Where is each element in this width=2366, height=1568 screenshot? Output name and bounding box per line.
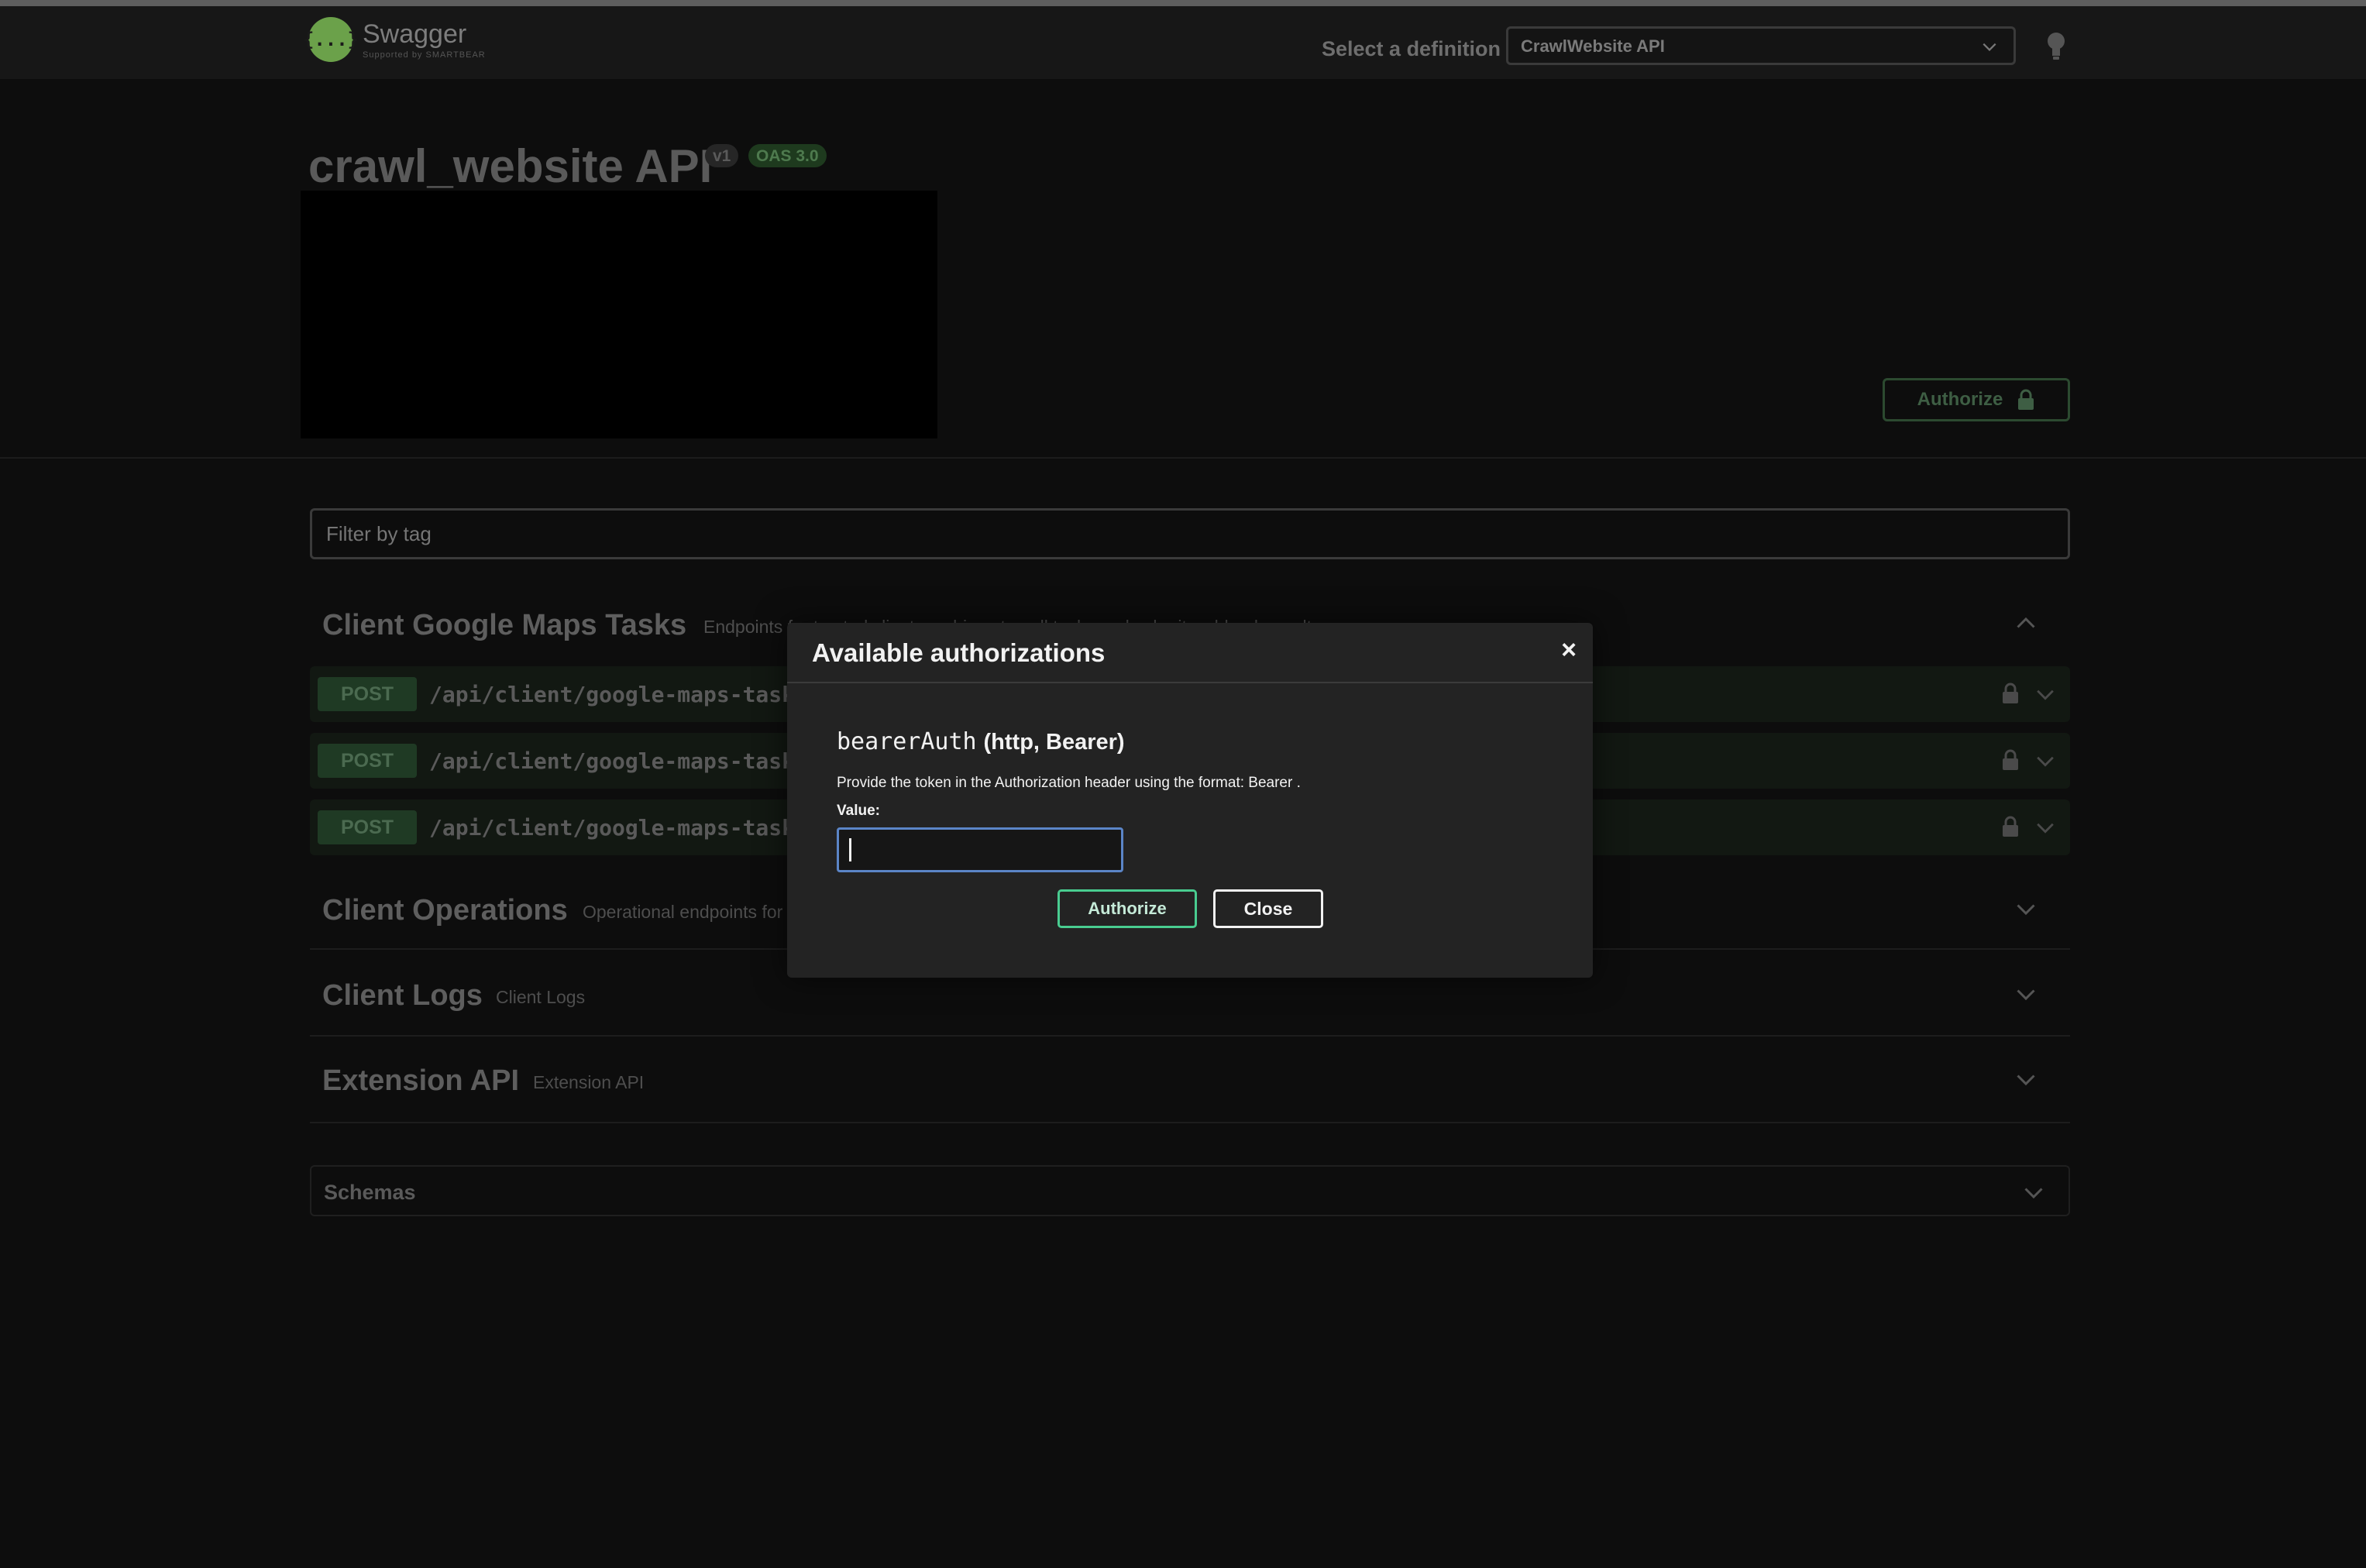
version-badge: v1	[705, 144, 739, 167]
api-title: crawl_website API	[308, 140, 713, 192]
tag-description: Operational endpoints for t	[583, 902, 793, 922]
method-badge-post: POST	[318, 677, 417, 711]
lock-icon	[2018, 389, 2034, 410]
chevron-up-icon	[2017, 617, 2035, 628]
value-label: Value:	[837, 803, 880, 819]
chevron-down-icon[interactable]	[2034, 683, 2056, 705]
chevron-down-icon	[2024, 1188, 2043, 1199]
operation-path: /api/client/google-maps-tasks/	[429, 748, 821, 774]
tag-section-extension-api[interactable]: Extension API Extension API	[310, 1038, 2070, 1123]
auth-scheme-name: bearerAuth	[837, 728, 977, 755]
chevron-down-icon	[2017, 989, 2035, 1001]
logo-name: Swagger	[363, 19, 467, 49]
chevron-down-icon	[1983, 43, 1996, 51]
lock-icon[interactable]	[2000, 682, 2020, 705]
swagger-logo-icon: {...}	[303, 17, 359, 62]
filter-by-tag-input[interactable]	[310, 508, 2070, 559]
lock-icon[interactable]	[2000, 748, 2020, 772]
lock-icon[interactable]	[2000, 815, 2020, 838]
tag-name: Extension API	[322, 1064, 520, 1097]
definition-selected-value: CrawlWebsite API	[1521, 36, 1665, 56]
modal-header: Available authorizations ×	[787, 623, 1593, 683]
swagger-logo[interactable]: {...} Swagger Supported by SMARTBEAR	[303, 17, 486, 62]
oas-badge: OAS 3.0	[748, 144, 827, 167]
swagger-ui-page: {...} Swagger Supported by SMARTBEAR Sel…	[0, 0, 2366, 1568]
schemas-section[interactable]: Schemas	[310, 1165, 2070, 1216]
method-badge-post: POST	[318, 810, 417, 844]
schemas-label: Schemas	[324, 1181, 416, 1204]
tag-name: Client Google Maps Tasks	[322, 609, 687, 641]
text-caret	[849, 838, 851, 861]
chevron-down-icon[interactable]	[2034, 750, 2056, 772]
lightbulb-icon[interactable]	[2045, 31, 2067, 62]
section-divider	[0, 457, 2366, 459]
operation-path: /api/client/google-maps-tasks/	[429, 682, 821, 707]
logo-text: Swagger Supported by SMARTBEAR	[363, 19, 486, 60]
method-badge-post: POST	[318, 744, 417, 778]
modal-title: Available authorizations	[812, 638, 1106, 667]
tag-description: Extension API	[533, 1072, 645, 1092]
close-icon[interactable]: ×	[1557, 637, 1580, 663]
modal-close-button[interactable]: Close	[1213, 889, 1323, 928]
window-top-strip	[0, 0, 2366, 6]
definition-label: Select a definition	[1322, 37, 1501, 60]
authorizations-modal: Available authorizations × bearerAuth (h…	[787, 623, 1593, 978]
chevron-down-icon	[2017, 904, 2035, 916]
tag-description: Client Logs	[496, 987, 586, 1007]
authorize-button-label: Authorize	[1917, 389, 2003, 410]
definition-select[interactable]: CrawlWebsite API	[1506, 26, 2016, 65]
chevron-down-icon	[2017, 1075, 2035, 1086]
logo-subtitle: Supported by SMARTBEAR	[363, 50, 486, 60]
tag-name: Client Logs	[322, 979, 483, 1012]
topbar: {...} Swagger Supported by SMARTBEAR Sel…	[0, 6, 2366, 79]
auth-scheme-type: (http, Bearer)	[983, 730, 1125, 755]
operation-path: /api/client/google-maps-tasks/	[429, 815, 821, 841]
authorize-button[interactable]: Authorize	[1883, 378, 2070, 421]
auth-scheme-description: Provide the token in the Authorization h…	[837, 775, 1301, 791]
modal-authorize-button[interactable]: Authorize	[1057, 889, 1197, 928]
bearer-token-input[interactable]	[837, 827, 1123, 872]
chevron-down-icon[interactable]	[2034, 817, 2056, 838]
auth-scheme-heading: bearerAuth (http, Bearer)	[837, 727, 1125, 755]
api-description-block	[301, 191, 937, 438]
tag-name: Client Operations	[322, 894, 568, 927]
